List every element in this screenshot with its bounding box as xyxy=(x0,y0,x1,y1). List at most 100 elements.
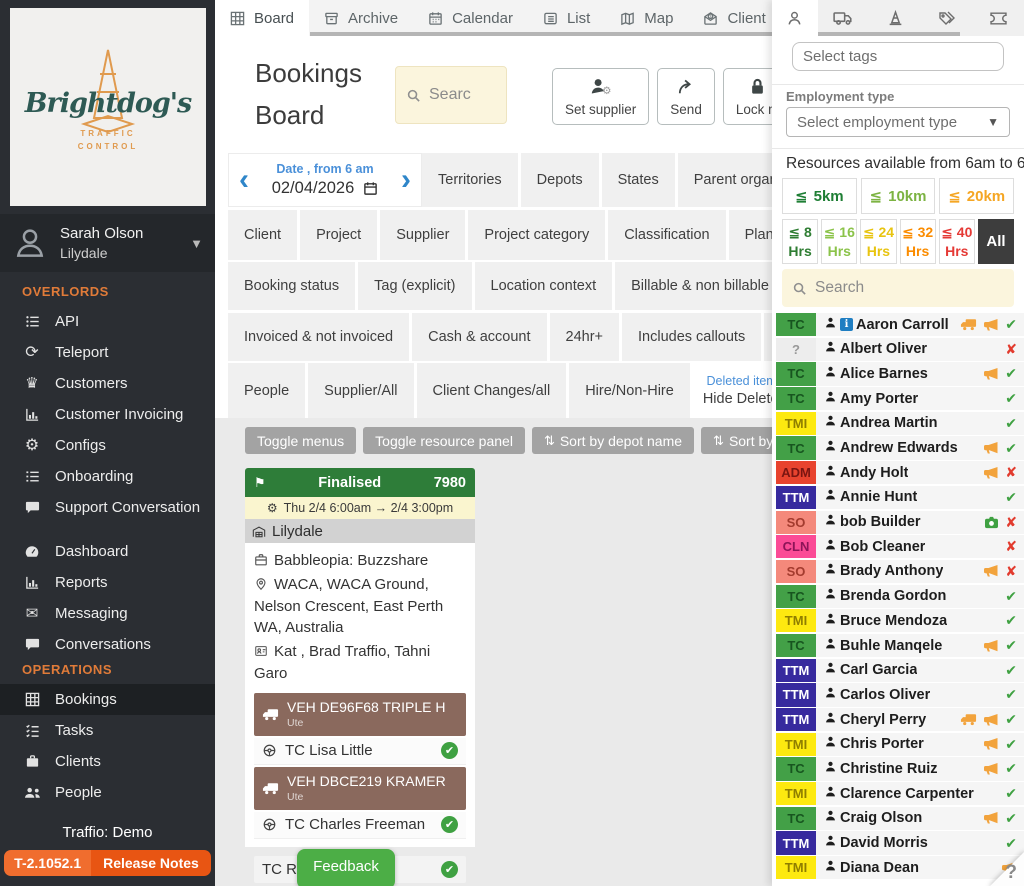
driver-row[interactable]: TC Charles Freeman ✔ xyxy=(254,812,466,839)
filter-parent-organi[interactable]: Parent organi xyxy=(678,153,772,207)
resource-row[interactable]: SO bob Builder ✘ xyxy=(776,511,1024,534)
filter-hire-non-hire[interactable]: Hire/Non-Hire xyxy=(569,363,690,419)
people-tab[interactable] xyxy=(772,0,818,36)
tags-tab[interactable] xyxy=(921,0,973,36)
sidebar-item-messaging[interactable]: ✉ Messaging xyxy=(0,598,215,629)
filter-people[interactable]: People xyxy=(228,363,305,419)
filter-tag-explicit-[interactable]: Tag (explicit) xyxy=(358,262,471,310)
release-notes-link[interactable]: Release Notes xyxy=(91,850,211,876)
resource-row[interactable]: TC i Aaron Carroll ✔ xyxy=(776,313,1024,336)
toggle-resource-panel-button[interactable]: Toggle resource panel xyxy=(363,427,525,454)
send-button[interactable]: Send xyxy=(657,68,715,125)
employment-type-select[interactable]: Select employment type ▼ xyxy=(786,107,1010,137)
filter-booking-status[interactable]: Booking status xyxy=(228,262,355,310)
hours-filter-24[interactable]: ≦ 24 Hrs xyxy=(860,219,896,264)
resource-row[interactable]: TMI Chris Porter ✔ xyxy=(776,733,1024,756)
help-corner[interactable]: ? xyxy=(978,840,1024,886)
filter-plani[interactable]: Plani xyxy=(729,210,772,260)
filter-states[interactable]: States xyxy=(602,153,675,207)
resource-row[interactable]: TMI Bruce Mendoza ✔ xyxy=(776,609,1024,632)
tab-map[interactable]: Map xyxy=(605,0,688,36)
resource-row[interactable]: TTM Carl Garcia ✔ xyxy=(776,659,1024,682)
filter-project-category[interactable]: Project category xyxy=(468,210,605,260)
resource-row[interactable]: TC Buhle Manqele ✔ xyxy=(776,634,1024,657)
resource-row[interactable]: ? Albert Oliver ✘ xyxy=(776,338,1024,361)
sidebar-item-bookings[interactable]: Bookings xyxy=(0,684,215,715)
filter-client[interactable]: Client xyxy=(228,210,297,260)
sidebar-item-onboarding[interactable]: Onboarding xyxy=(0,461,215,492)
hours-filter-16[interactable]: ≦ 16 Hrs xyxy=(821,219,857,264)
resource-row[interactable]: TC Christine Ruiz ✔ xyxy=(776,757,1024,780)
tab-archive[interactable]: Archive xyxy=(309,0,413,36)
sidebar-item-support-conversation[interactable]: Support Conversation xyxy=(0,492,215,523)
tab-list[interactable]: List xyxy=(528,0,605,36)
hours-filter-32[interactable]: ≦ 32 Hrs xyxy=(900,219,936,264)
resource-row[interactable]: CLN Bob Cleaner ✘ xyxy=(776,535,1024,558)
search-input[interactable] xyxy=(429,86,489,104)
date-value[interactable]: 02/04/2026 xyxy=(272,179,355,198)
tab-calendar[interactable]: Calendar xyxy=(413,0,528,36)
sidebar-item-teleport[interactable]: ⟳ Teleport xyxy=(0,337,215,368)
tab-client[interactable]: $ Client xyxy=(688,0,772,36)
filter-territories[interactable]: Territories xyxy=(422,153,518,207)
feedback-button[interactable]: Feedback xyxy=(297,849,395,886)
sidebar-item-api[interactable]: API xyxy=(0,306,215,337)
sort-by-depot-name-button[interactable]: ⇅ Sort by depot name xyxy=(532,427,694,454)
equipment-tab[interactable] xyxy=(869,0,921,36)
resource-row[interactable]: TTM Carlos Oliver ✔ xyxy=(776,683,1024,706)
vehicles-tab[interactable] xyxy=(818,0,870,36)
filter-billable-non-billable[interactable]: Billable & non billable xyxy=(615,262,772,310)
distance-filter-5km[interactable]: ≦ 5km xyxy=(782,178,857,214)
tab-board[interactable]: Board xyxy=(215,0,309,36)
vehicle-row[interactable]: VEH DBCE219 KRAMER Ute xyxy=(254,767,466,810)
filter-supplier[interactable]: Supplier xyxy=(380,210,465,260)
sidebar-item-customers[interactable]: ♛ Customers xyxy=(0,368,215,399)
filter-location-context[interactable]: Location context xyxy=(475,262,613,310)
sidebar-item-configs[interactable]: ⚙ Configs xyxy=(0,430,215,461)
filter-client-changes-all[interactable]: Client Changes/all xyxy=(417,363,567,419)
user-menu[interactable]: Sarah Olson Lilydale ▼ xyxy=(0,214,215,272)
prev-day-button[interactable]: ‹ xyxy=(239,165,249,195)
resource-row[interactable]: TC Andrew Edwards ✔ xyxy=(776,436,1024,459)
filter-includes-callouts[interactable]: Includes callouts xyxy=(622,313,761,361)
hours-filter-8[interactable]: ≦ 8 Hrs xyxy=(782,219,818,264)
filter-24hr-[interactable]: 24hr+ xyxy=(550,313,620,361)
resource-row[interactable]: TTM Cheryl Perry ✔ xyxy=(776,708,1024,731)
filter-supplier-all[interactable]: Supplier/All xyxy=(308,363,413,419)
filter-i[interactable]: I xyxy=(764,313,772,361)
sidebar-item-conversations[interactable]: Conversations xyxy=(0,629,215,660)
booking-card[interactable]: ⚑ Finalised 7980 ⚙ Thu 2/4 6:00am → 2/4 … xyxy=(245,468,475,886)
vehicle-row[interactable]: VEH DE96F68 TRIPLE H Ute xyxy=(254,693,466,736)
filter-invoiced-not-invoiced[interactable]: Invoiced & not invoiced xyxy=(228,313,409,361)
sidebar-item-dashboard[interactable]: Dashboard xyxy=(0,536,215,567)
sidebar-item-reports[interactable]: Reports xyxy=(0,567,215,598)
ticket-tab[interactable] xyxy=(972,0,1024,36)
resource-row[interactable]: TMI Andrea Martin ✔ xyxy=(776,412,1024,435)
sidebar-item-clients[interactable]: Clients xyxy=(0,746,215,777)
hours-filter-all[interactable]: All xyxy=(978,219,1014,264)
distance-filter-20km[interactable]: ≦ 20km xyxy=(939,178,1014,214)
resource-row[interactable]: TC Alice Barnes ✔ xyxy=(776,362,1024,385)
resource-row[interactable]: TC Craig Olson ✔ xyxy=(776,807,1024,830)
resource-search[interactable] xyxy=(782,269,1014,307)
driver-row[interactable]: TC Lisa Little ✔ xyxy=(254,738,466,765)
calendar-icon[interactable] xyxy=(363,181,378,196)
filter-deleted-items[interactable]: Deleted items Hide Deleted xyxy=(693,363,772,419)
filter-cash-account[interactable]: Cash & account xyxy=(412,313,546,361)
resource-row[interactable]: TC Brenda Gordon ✔ xyxy=(776,585,1024,608)
resource-search-input[interactable] xyxy=(815,279,1004,297)
sidebar-item-customer-invoicing[interactable]: Customer Invoicing xyxy=(0,399,215,430)
resource-row[interactable]: SO Brady Anthony ✘ xyxy=(776,560,1024,583)
sidebar-item-tasks[interactable]: Tasks xyxy=(0,715,215,746)
sidebar-item-people[interactable]: People xyxy=(0,777,215,808)
resource-row[interactable]: TTM Annie Hunt ✔ xyxy=(776,486,1024,509)
filter-depots[interactable]: Depots xyxy=(521,153,599,207)
info-icon[interactable]: i xyxy=(840,318,853,331)
set-supplier-button[interactable]: ⚙ Set supplier xyxy=(552,68,649,125)
select-tags-input[interactable] xyxy=(803,48,993,65)
resource-row[interactable]: TMI Clarence Carpenter ✔ xyxy=(776,782,1024,805)
hours-filter-40[interactable]: ≦ 40 Hrs xyxy=(939,219,975,264)
filter-project[interactable]: Project xyxy=(300,210,377,260)
select-tags-field[interactable] xyxy=(792,42,1004,71)
filter-classification[interactable]: Classification xyxy=(608,210,725,260)
